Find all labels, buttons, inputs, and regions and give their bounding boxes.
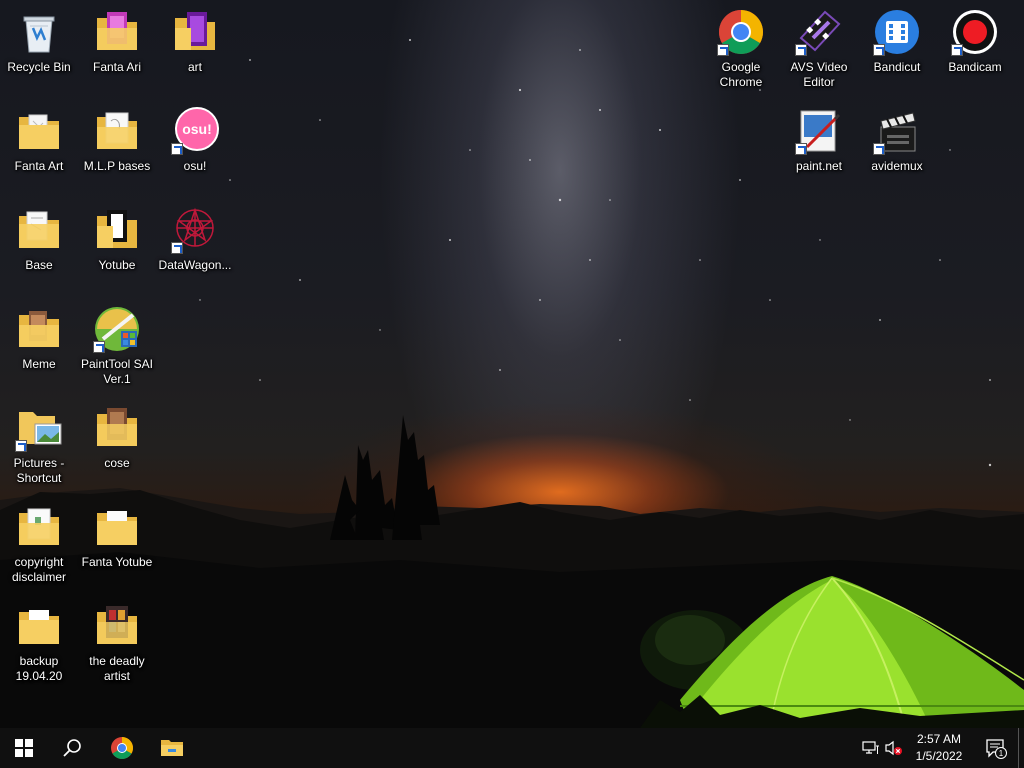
icon-label: Fanta Yotube [81, 555, 153, 569]
icon-label: Fanta Ari [92, 60, 142, 74]
icon-label: DataWagon... [158, 258, 232, 272]
icon-label: AVS Video Editor [790, 60, 848, 89]
paint-net-icon [795, 107, 843, 155]
icon-label: Bandicut [873, 60, 921, 74]
desktop-icon-avs-video-editor[interactable]: AVS Video Editor [780, 2, 858, 94]
desktop-icon-avidemux[interactable]: avidemux [858, 101, 936, 193]
shortcut-arrow-icon [873, 143, 885, 155]
desktop-icon-bandicut[interactable]: Bandicut [858, 2, 936, 94]
icon-label: Yotube [98, 258, 136, 272]
folder-icon [93, 107, 141, 155]
folder-icon [15, 206, 63, 254]
shortcut-arrow-icon [171, 143, 183, 155]
action-center-button[interactable]: 1 [980, 728, 1012, 768]
desktop-icon-painttool-sai[interactable]: PaintTool SAI Ver.1 [78, 299, 156, 391]
desktop-icon-datawagon[interactable]: DataWagon... [156, 200, 234, 292]
recycle-bin-icon [15, 8, 63, 56]
folder-icon [171, 8, 219, 56]
icon-label: PaintTool SAI Ver.1 [80, 357, 154, 386]
search-icon [63, 739, 81, 757]
desktop-icon-pictures-shortcut[interactable]: Pictures - Shortcut [0, 398, 78, 490]
datawagon-icon [171, 206, 219, 254]
icon-label: backup 19.04.20 [15, 654, 63, 683]
shortcut-arrow-icon [717, 44, 729, 56]
icon-label: art [187, 60, 202, 74]
icon-label: Google Chrome [719, 60, 763, 89]
show-desktop-button[interactable] [1018, 728, 1024, 768]
notification-count: 1 [999, 749, 1004, 758]
folder-icon [15, 602, 63, 650]
icon-label: osu! [183, 159, 207, 173]
shortcut-arrow-icon [795, 44, 807, 56]
icon-label: cose [104, 456, 130, 470]
icon-label: the deadly artist [89, 654, 145, 683]
taskbar-file-explorer-button[interactable] [148, 728, 196, 768]
desktop-icon-copyright-disclaimer[interactable]: copyright disclaimer [0, 497, 78, 589]
desktop-icon-google-chrome[interactable]: Google Chrome [702, 2, 780, 94]
pictures-shortcut-icon [15, 404, 63, 452]
volume-muted-icon[interactable] [884, 740, 902, 756]
desktop-icon-cose[interactable]: cose [78, 398, 156, 490]
icon-label: Base [25, 258, 53, 272]
file-explorer-icon [161, 740, 183, 756]
desktop-icon-backup[interactable]: backup 19.04.20 [0, 596, 78, 688]
start-button[interactable] [0, 728, 48, 768]
shortcut-arrow-icon [951, 44, 963, 56]
shortcut-arrow-icon [873, 44, 885, 56]
desktop-icon-base[interactable]: Base [0, 200, 78, 292]
icon-label: Pictures - Shortcut [13, 456, 65, 485]
chrome-icon [717, 8, 765, 56]
desktop-icon-art[interactable]: art [156, 2, 234, 94]
desktop-icon-yotube[interactable]: Yotube [78, 200, 156, 292]
bandicam-icon [951, 8, 999, 56]
osu-icon: osu! [171, 107, 219, 155]
icon-label: M.L.P bases [83, 159, 151, 173]
icon-label: Bandicam [948, 60, 1002, 74]
taskbar: 2:57 AM 1/5/2022 1 [0, 728, 1024, 768]
clock-date: 1/5/2022 [915, 749, 963, 763]
folder-icon [93, 206, 141, 254]
folder-icon [15, 305, 63, 353]
painttool-sai-icon [93, 305, 141, 353]
icon-label: avidemux [871, 159, 923, 173]
folder-icon [93, 503, 141, 551]
folder-icon [15, 107, 63, 155]
osu-logo-text: osu! [182, 121, 212, 137]
windows-logo-icon [15, 739, 33, 757]
shortcut-arrow-icon [15, 440, 27, 452]
clock-time: 2:57 AM [916, 732, 962, 746]
desktop-icon-paint-net[interactable]: paint.net [780, 101, 858, 193]
network-icon[interactable] [862, 740, 880, 756]
desktop-icon-recycle-bin[interactable]: Recycle Bin [0, 2, 78, 94]
desktop-icon-fanta-art[interactable]: Fanta Art [0, 101, 78, 193]
icon-label: paint.net [795, 159, 843, 173]
search-button[interactable] [48, 728, 96, 768]
icon-label: copyright disclaimer [11, 555, 66, 584]
pine-trees [330, 415, 440, 540]
desktop-icon-fanta-ari[interactable]: Fanta Ari [78, 2, 156, 94]
document-icon [15, 503, 63, 551]
icon-label: Recycle Bin [7, 60, 71, 74]
chrome-icon [111, 737, 133, 759]
notification-icon: 1 [986, 739, 1007, 759]
folder-icon [93, 404, 141, 452]
bandicut-icon [873, 8, 921, 56]
icon-label: Meme [22, 357, 56, 371]
desktop-icon-mlp-bases[interactable]: M.L.P bases [78, 101, 156, 193]
folder-icon [93, 602, 141, 650]
desktop-icon-meme[interactable]: Meme [0, 299, 78, 391]
folder-icon [93, 8, 141, 56]
taskbar-clock[interactable]: 2:57 AM 1/5/2022 [906, 731, 972, 765]
avidemux-icon [873, 107, 921, 155]
desktop-icon-fanta-yotube[interactable]: Fanta Yotube [78, 497, 156, 589]
taskbar-chrome-button[interactable] [98, 728, 146, 768]
avs-video-editor-icon [795, 8, 843, 56]
shortcut-arrow-icon [171, 242, 183, 254]
icon-label: Fanta Art [14, 159, 64, 173]
desktop-icon-the-deadly-artist[interactable]: the deadly artist [78, 596, 156, 688]
desktop-icon-osu[interactable]: osu! osu! [156, 101, 234, 193]
shortcut-arrow-icon [93, 341, 105, 353]
shortcut-arrow-icon [795, 143, 807, 155]
desktop-icon-bandicam[interactable]: Bandicam [936, 2, 1014, 94]
